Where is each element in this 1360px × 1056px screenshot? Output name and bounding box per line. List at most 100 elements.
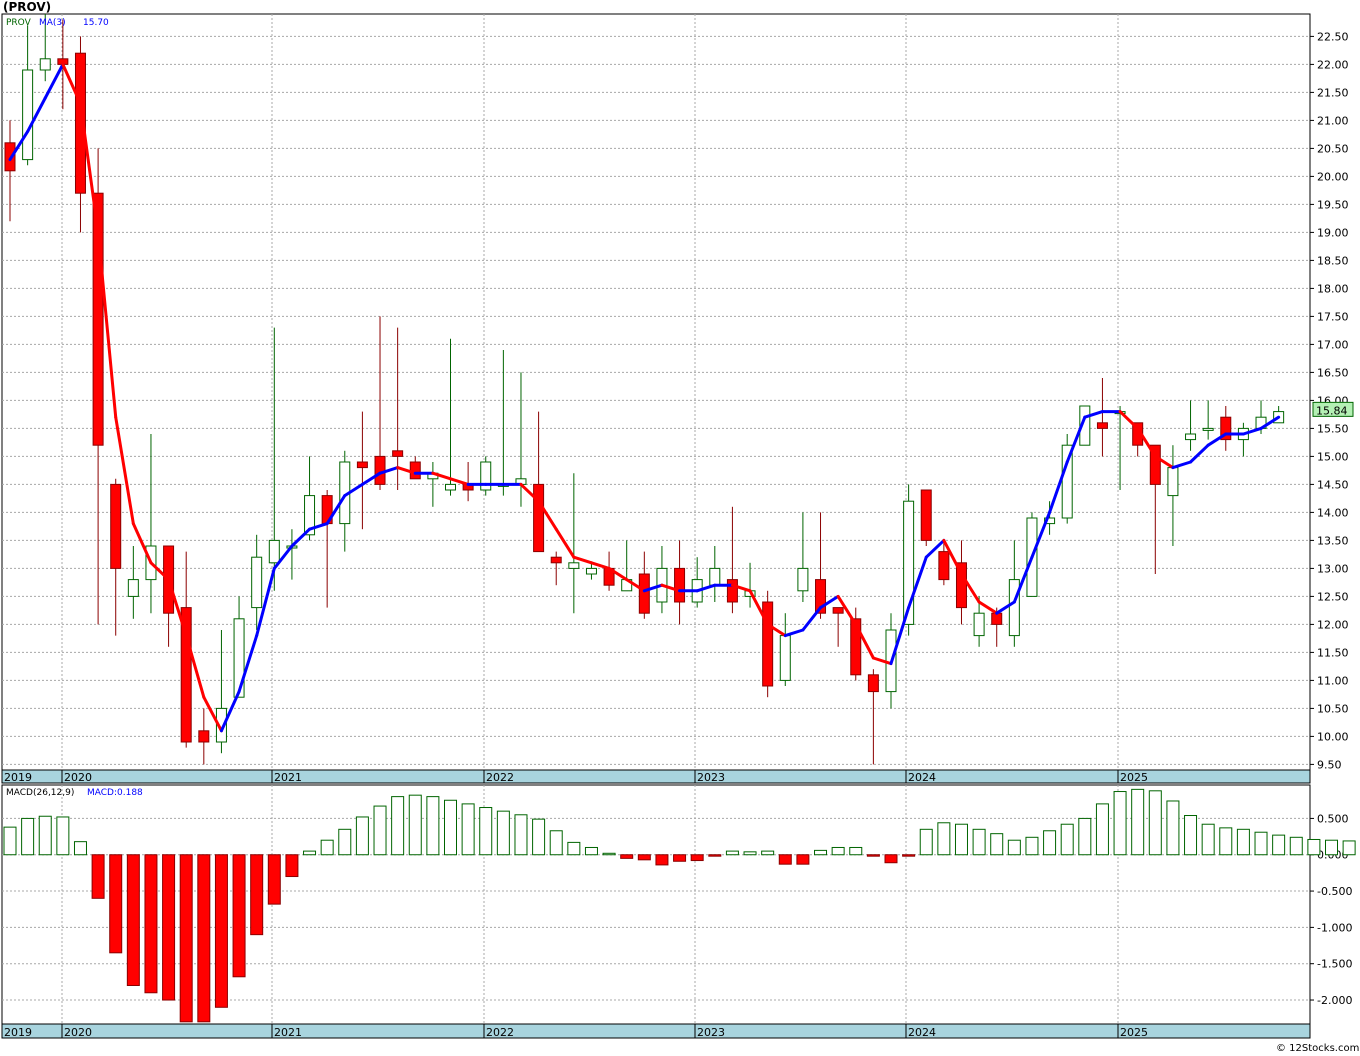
legend-symbol: PROV [6, 18, 32, 28]
macd-bar [214, 854, 228, 1008]
macd-bar [408, 794, 422, 856]
candle-body [356, 461, 368, 469]
candle-body [991, 612, 1003, 625]
macd-bar [1289, 836, 1303, 856]
macd-bar [373, 805, 387, 856]
macd-bar [56, 816, 70, 856]
price-tick-label: 14.00 [1317, 506, 1349, 519]
macd-bar [708, 854, 722, 857]
macd-bar [1113, 791, 1127, 856]
macd-bar [320, 839, 334, 856]
macd-bar [937, 822, 951, 856]
macd-bar [1342, 840, 1356, 856]
macd-bar [814, 849, 828, 856]
macd-bar [91, 854, 105, 899]
macd-year-label: 2024 [908, 1026, 936, 1039]
legend-ma-value: 15.70 [83, 18, 109, 28]
candle-body [779, 635, 791, 681]
candle-body [445, 483, 456, 491]
macd-bar [496, 810, 510, 856]
price-tick-label: 11.50 [1317, 646, 1349, 659]
candle-body [392, 450, 404, 457]
last-price-label: 15.84 [1316, 404, 1348, 417]
candle-body [797, 567, 809, 592]
candle-body [550, 556, 562, 564]
macd-bar [849, 846, 863, 856]
macd-bar [1148, 790, 1162, 856]
candle-body [1185, 433, 1197, 441]
price-tick-label: 20.00 [1317, 170, 1349, 183]
macd-bar [144, 854, 158, 994]
candle-body [938, 551, 950, 581]
candle-body [110, 483, 122, 569]
price-year-label: 2022 [486, 771, 514, 784]
macd-bar [655, 854, 669, 866]
macd-bar [1219, 827, 1233, 856]
price-year-label: 2019 [4, 771, 32, 784]
macd-bar [1131, 788, 1145, 856]
price-tick-label: 17.00 [1317, 338, 1349, 351]
candle-body [1167, 467, 1179, 497]
macd-bar [285, 854, 299, 878]
macd-bar [954, 823, 968, 856]
candle-body [920, 489, 932, 541]
macd-bar [162, 854, 176, 1001]
chart-title: (PROV) [3, 0, 51, 14]
price-year-label: 2021 [274, 771, 302, 784]
macd-bar [1236, 828, 1250, 856]
price-x-axis-band [1, 769, 1311, 784]
macd-bar [38, 815, 52, 856]
chart-container: 9.50 10.00 10.50 11.00 11.50 12.00 12.50 13.00 1… [0, 0, 1360, 1056]
macd-tick-label: -0.500 [1317, 885, 1352, 898]
macd-bar [778, 854, 792, 865]
macd-bar [1272, 834, 1286, 856]
candle-body [409, 461, 421, 480]
macd-bar [690, 854, 704, 862]
macd-bar [109, 854, 123, 954]
candle-body [832, 607, 844, 614]
macd-bar [514, 814, 528, 856]
candle-body [973, 612, 985, 637]
macd-bar [620, 854, 634, 859]
price-tick-label: 19.00 [1317, 226, 1349, 239]
macd-bar [673, 854, 687, 862]
macd-tick-label: -1.500 [1317, 958, 1352, 971]
macd-bar [584, 846, 598, 856]
macd-bar [919, 828, 933, 856]
price-tick-label: 22.00 [1317, 58, 1349, 71]
macd-bar [1095, 803, 1109, 856]
macd-bar [21, 817, 35, 856]
macd-year-label: 2025 [1120, 1026, 1148, 1039]
macd-bar [355, 816, 369, 856]
candle-body [709, 567, 721, 586]
price-tick-label: 9.50 [1317, 758, 1342, 771]
macd-bar [1166, 800, 1180, 856]
price-tick-label: 20.50 [1317, 142, 1349, 155]
macd-bar [884, 854, 898, 864]
macd-bar [444, 799, 457, 856]
macd-bar [1307, 838, 1321, 856]
legend-ma-label: MA(3) [39, 18, 66, 28]
macd-year-label: 2019 [4, 1026, 32, 1039]
macd-bar [179, 854, 193, 1023]
macd-bar [637, 854, 651, 861]
macd-bar [796, 854, 810, 865]
macd-bar [549, 830, 563, 856]
price-tick-label: 11.00 [1317, 674, 1349, 687]
price-year-label: 2025 [1120, 771, 1148, 784]
price-tick-label: 18.50 [1317, 254, 1349, 267]
macd-bar [232, 854, 246, 978]
price-tick-label: 12.00 [1317, 618, 1349, 631]
candle-body [867, 674, 879, 693]
candle-body [568, 562, 580, 569]
macd-bar [1184, 815, 1198, 856]
chart-svg: 9.50 10.00 10.50 11.00 11.50 12.00 12.50 13.00 1… [1, 0, 1359, 1054]
price-tick-label: 15.50 [1317, 422, 1349, 435]
macd-year-label: 2020 [64, 1026, 92, 1039]
candle-body [268, 539, 280, 564]
macd-bar [250, 854, 264, 936]
macd-bar [267, 854, 281, 905]
macd-tick-label: -2.000 [1317, 994, 1352, 1007]
macd-bar [479, 807, 493, 856]
macd-bar [1078, 817, 1092, 856]
